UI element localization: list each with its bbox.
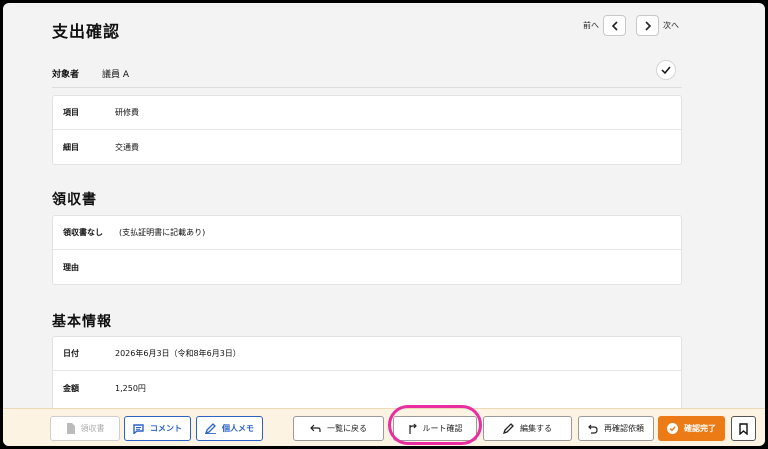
detail-label: 項目: [63, 108, 79, 117]
check-icon: [661, 66, 671, 74]
next-label: 次へ: [663, 21, 679, 30]
edit-button[interactable]: 編集する: [483, 416, 572, 441]
receipt-label: 領収書なし: [63, 228, 103, 237]
back-to-list-button[interactable]: 一覧に戻る: [293, 416, 384, 441]
reason-label: 理由: [63, 262, 79, 272]
personal-memo-button[interactable]: 個人メモ: [196, 416, 263, 441]
basic-info-section-title: 基本情報: [52, 314, 112, 330]
pencil-icon: [503, 423, 514, 434]
date-row: 日付 2026年6月3日（令和8年6月3日）: [53, 337, 681, 371]
action-bar: 領収書 コメント 個人メモ 一覧に戻る ルート確認 編集する 再確認依頼 確認完…: [3, 408, 765, 446]
amount-label: 金額: [63, 383, 79, 393]
comment-button[interactable]: コメント: [124, 416, 191, 441]
detail-row-item: 項目 研修費: [53, 96, 681, 130]
detail-row-subitem: 細目 交通費: [53, 130, 681, 164]
receipt-row: 領収書なし (支払証明書に記載あり): [53, 216, 681, 250]
confirm-complete-button[interactable]: 確認完了: [658, 416, 725, 441]
chevron-right-icon: [644, 20, 651, 31]
chevron-left-icon: [611, 20, 618, 31]
receipt-section-title: 領収書: [52, 192, 97, 208]
amount-row: 金額 1,250円: [53, 371, 681, 405]
route-icon: [408, 423, 417, 434]
receipt-button[interactable]: 領収書: [50, 416, 120, 441]
subject-value: 議員 A: [102, 70, 130, 80]
date-value: 2026年6月3日（令和8年6月3日）: [115, 349, 241, 358]
pager: 前へ 次へ: [583, 15, 679, 36]
reason-row: 理由: [53, 250, 681, 284]
comment-icon: [133, 423, 144, 434]
details-card: 項目 研修費 細目 交通費: [52, 95, 682, 165]
document-icon: [66, 423, 75, 434]
prev-label: 前へ: [583, 21, 599, 30]
detail-value: 交通費: [115, 142, 139, 152]
subject-row: 対象者 議員 A: [52, 60, 682, 88]
receipt-value: (支払証明書に記載あり): [119, 228, 206, 237]
bookmark-icon: [739, 422, 748, 435]
page-title: 支出確認: [52, 22, 121, 41]
prev-button[interactable]: [603, 15, 626, 36]
return-arrow-icon: [310, 424, 321, 432]
date-label: 日付: [63, 349, 79, 358]
confirm-check-button[interactable]: [656, 60, 676, 80]
app-window: 支出確認 前へ 次へ 対象者 議員 A 項目 研修費 細目 交通費 領収書 領収…: [3, 3, 765, 446]
detail-value: 研修費: [115, 108, 139, 117]
check-circle-icon: [667, 423, 678, 434]
detail-label: 細目: [63, 142, 79, 152]
bookmark-button[interactable]: [731, 416, 756, 441]
route-check-button[interactable]: ルート確認: [393, 416, 477, 441]
basic-info-card: 日付 2026年6月3日（令和8年6月3日） 金額 1,250円: [52, 336, 682, 416]
subject-label: 対象者: [52, 70, 80, 80]
receipt-card: 領収書なし (支払証明書に記載あり) 理由: [52, 215, 682, 285]
reconfirm-request-button[interactable]: 再確認依頼: [578, 416, 654, 441]
undo-icon: [588, 424, 598, 434]
pencil-icon: [205, 423, 216, 434]
amount-value: 1,250円: [115, 383, 146, 393]
next-button[interactable]: [636, 15, 659, 36]
